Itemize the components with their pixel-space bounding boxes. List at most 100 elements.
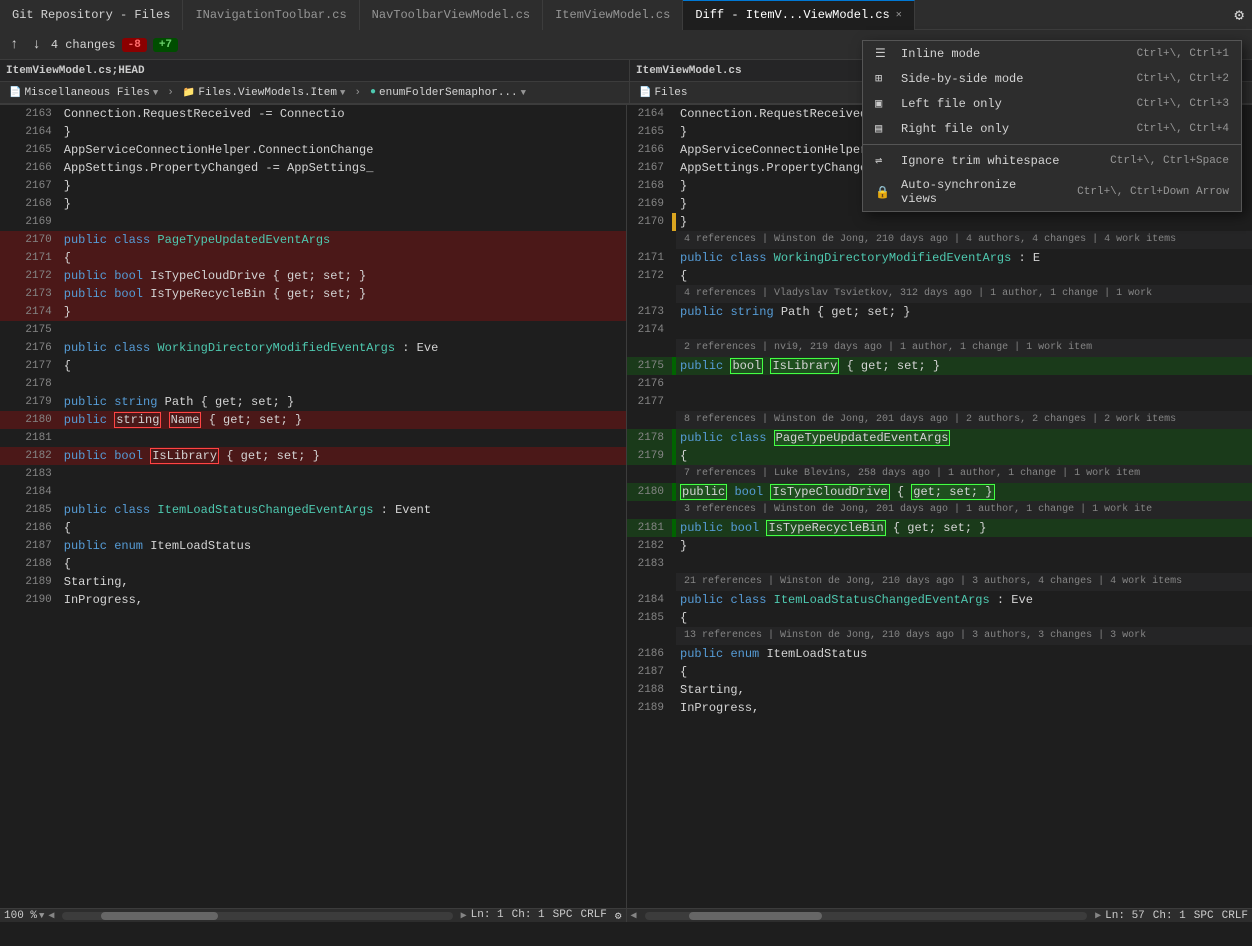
right-code-panel: 2164 Connection.RequestReceived -= Conne… [627, 105, 1252, 922]
files-icon: 📄 [639, 87, 651, 99]
left-settings-icon[interactable]: ⚙ [615, 909, 622, 923]
right-scroll-right-btn[interactable]: ▶ [1095, 910, 1101, 922]
table-row: 4 references | Vladyslav Tsvietkov, 312 … [627, 285, 1252, 303]
table-row: 2173 public string Path { get; set; } [627, 303, 1252, 321]
breadcrumb-sep2: › [354, 87, 361, 99]
scroll-down-button[interactable]: ↓ [28, 35, 44, 55]
right-hscroll[interactable]: ◀ ▶ [631, 910, 1102, 922]
table-row: 8 references | Winston de Jong, 201 days… [627, 411, 1252, 429]
settings-icon[interactable]: ⚙ [1226, 0, 1252, 30]
tab-itemview[interactable]: ItemViewModel.cs [543, 0, 683, 30]
left-scroll-left-btn[interactable]: ◀ [48, 910, 54, 922]
left-encoding: SPC [553, 909, 573, 923]
left-code-table: 2163 Connection.RequestReceived -= Conne… [0, 105, 626, 609]
table-row: 2182 } [627, 537, 1252, 555]
breadcrumb-viewmodels-label: Files.ViewModels.Item [198, 87, 337, 99]
right-scroll-left-btn[interactable]: ◀ [631, 910, 637, 922]
breadcrumb-files-label: Files [654, 87, 687, 99]
table-row: 2172 public bool IsTypeCloudDrive { get;… [0, 267, 626, 285]
table-row: 2183 [627, 555, 1252, 573]
left-hscrollbar-thumb[interactable] [101, 912, 218, 920]
auto-sync-shortcut: Ctrl+\, Ctrl+Down Arrow [1077, 186, 1229, 198]
table-row: 2 references | nvi9, 219 days ago | 1 au… [627, 339, 1252, 357]
right-bottom-bar: ◀ ▶ Ln: 57 Ch: 1 SPC CRLF [627, 908, 1252, 922]
context-menu: ☰ Inline mode Ctrl+\, Ctrl+1 ⊞ Side-by-s… [862, 40, 1242, 212]
right-ch: Ch: 1 [1153, 910, 1186, 922]
table-row: 2176 [627, 375, 1252, 393]
breadcrumb-vm-dropdown[interactable]: ▼ [340, 88, 345, 98]
side-by-side-label: Side-by-side mode [901, 72, 1117, 86]
breadcrumb-misc-files[interactable]: 📄 Miscellaneous Files ▼ [4, 86, 163, 100]
table-row: 2164 } [0, 123, 626, 141]
tab-navtoolbar[interactable]: NavToolbarViewModel.cs [360, 0, 543, 30]
table-row: 2170 } [627, 213, 1252, 231]
menu-auto-sync[interactable]: 🔒 Auto-synchronize views Ctrl+\, Ctrl+Do… [863, 173, 1241, 211]
table-row: 2185 public class ItemLoadStatusChangedE… [0, 501, 626, 519]
scroll-up-button[interactable]: ↑ [6, 35, 22, 55]
table-row: 2188 { [0, 555, 626, 573]
table-row: 2170 public class PageTypeUpdatedEventAr… [0, 231, 626, 249]
zoom-dropdown[interactable]: ▼ [39, 911, 44, 921]
table-row: 2171 public class WorkingDirectoryModifi… [627, 249, 1252, 267]
zoom-section: 100 % ▼ [4, 910, 44, 922]
side-by-side-icon: ⊞ [875, 71, 893, 86]
menu-side-by-side[interactable]: ⊞ Side-by-side mode Ctrl+\, Ctrl+2 [863, 66, 1241, 91]
table-row: 3 references | Winston de Jong, 201 days… [627, 501, 1252, 519]
tab-close-icon[interactable]: ✕ [896, 9, 902, 21]
tab-diff-itemv[interactable]: Diff - ItemV...ViewModel.cs ✕ [683, 0, 914, 30]
breadcrumb-dropdown-icon[interactable]: ▼ [153, 88, 158, 98]
inline-mode-icon: ☰ [875, 46, 893, 61]
tab-inavigation[interactable]: INavigationToolbar.cs [183, 0, 359, 30]
table-row: 2172 { [627, 267, 1252, 285]
left-code-scroll[interactable]: 2163 Connection.RequestReceived -= Conne… [0, 105, 626, 908]
side-by-side-shortcut: Ctrl+\, Ctrl+2 [1137, 73, 1229, 85]
table-row: 2179 public string Path { get; set; } [0, 393, 626, 411]
table-row: 2186 public enum ItemLoadStatus [627, 645, 1252, 663]
table-row: 13 references | Winston de Jong, 210 day… [627, 627, 1252, 645]
left-file-label: Left file only [901, 97, 1117, 111]
tab-navtoolbar-label: NavToolbarViewModel.cs [372, 8, 530, 22]
left-hscroll[interactable]: ◀ ▶ [48, 910, 466, 922]
tab-git-files-label: Git Repository - Files [12, 8, 170, 22]
table-row: 7 references | Luke Blevins, 258 days ag… [627, 465, 1252, 483]
breadcrumb-enum-dropdown[interactable]: ▼ [521, 88, 526, 98]
right-hscrollbar-thumb[interactable] [689, 912, 822, 920]
ignore-whitespace-shortcut: Ctrl+\, Ctrl+Space [1110, 155, 1229, 167]
left-scroll-right-btn[interactable]: ▶ [461, 910, 467, 922]
table-row: 2184 [0, 483, 626, 501]
right-hscrollbar[interactable] [645, 912, 1088, 920]
table-row: 2173 public bool IsTypeRecycleBin { get;… [0, 285, 626, 303]
menu-divider [863, 144, 1241, 145]
menu-inline-mode[interactable]: ☰ Inline mode Ctrl+\, Ctrl+1 [863, 41, 1241, 66]
breadcrumb-misc-label: Miscellaneous Files [24, 87, 149, 99]
breadcrumb-files[interactable]: 📄 Files [634, 86, 692, 100]
left-file-shortcut: Ctrl+\, Ctrl+3 [1137, 98, 1229, 110]
menu-right-file[interactable]: ▤ Right file only Ctrl+\, Ctrl+4 [863, 116, 1241, 141]
table-row: 2190 InProgress, [0, 591, 626, 609]
breadcrumb-sep1: › [167, 87, 174, 99]
breadcrumb-viewmodels[interactable]: 📁 Files.ViewModels.Item ▼ [178, 86, 350, 100]
menu-left-file[interactable]: ▣ Left file only Ctrl+\, Ctrl+3 [863, 91, 1241, 116]
left-hscrollbar[interactable] [62, 912, 452, 920]
right-code-scroll[interactable]: 2164 Connection.RequestReceived -= Conne… [627, 105, 1252, 908]
table-row: 2174 } [0, 303, 626, 321]
table-row: 2177 { [0, 357, 626, 375]
table-row: 2167 } [0, 177, 626, 195]
left-line-ending: CRLF [580, 909, 606, 923]
tab-git-files[interactable]: Git Repository - Files [0, 0, 183, 30]
added-badge: +7 [153, 38, 178, 52]
right-line-ending: CRLF [1222, 910, 1248, 922]
table-row: 2168 } [0, 195, 626, 213]
table-row: 21 references | Winston de Jong, 210 day… [627, 573, 1252, 591]
tab-inavigation-label: INavigationToolbar.cs [195, 8, 346, 22]
table-row: 2178 public class PageTypeUpdatedEventAr… [627, 429, 1252, 447]
menu-ignore-whitespace[interactable]: ⇌ Ignore trim whitespace Ctrl+\, Ctrl+Sp… [863, 148, 1241, 173]
misc-files-icon: 📄 [9, 87, 21, 99]
breadcrumb-enum[interactable]: ● enumFolderSemaphor... ▼ [365, 86, 531, 100]
table-row: 2187 public enum ItemLoadStatus [0, 537, 626, 555]
right-filename: ItemViewModel.cs [636, 65, 742, 77]
table-row: 2163 Connection.RequestReceived -= Conne… [0, 105, 626, 123]
ignore-whitespace-icon: ⇌ [875, 153, 893, 168]
table-row: 2189 InProgress, [627, 699, 1252, 717]
table-row: 2188 Starting, [627, 681, 1252, 699]
